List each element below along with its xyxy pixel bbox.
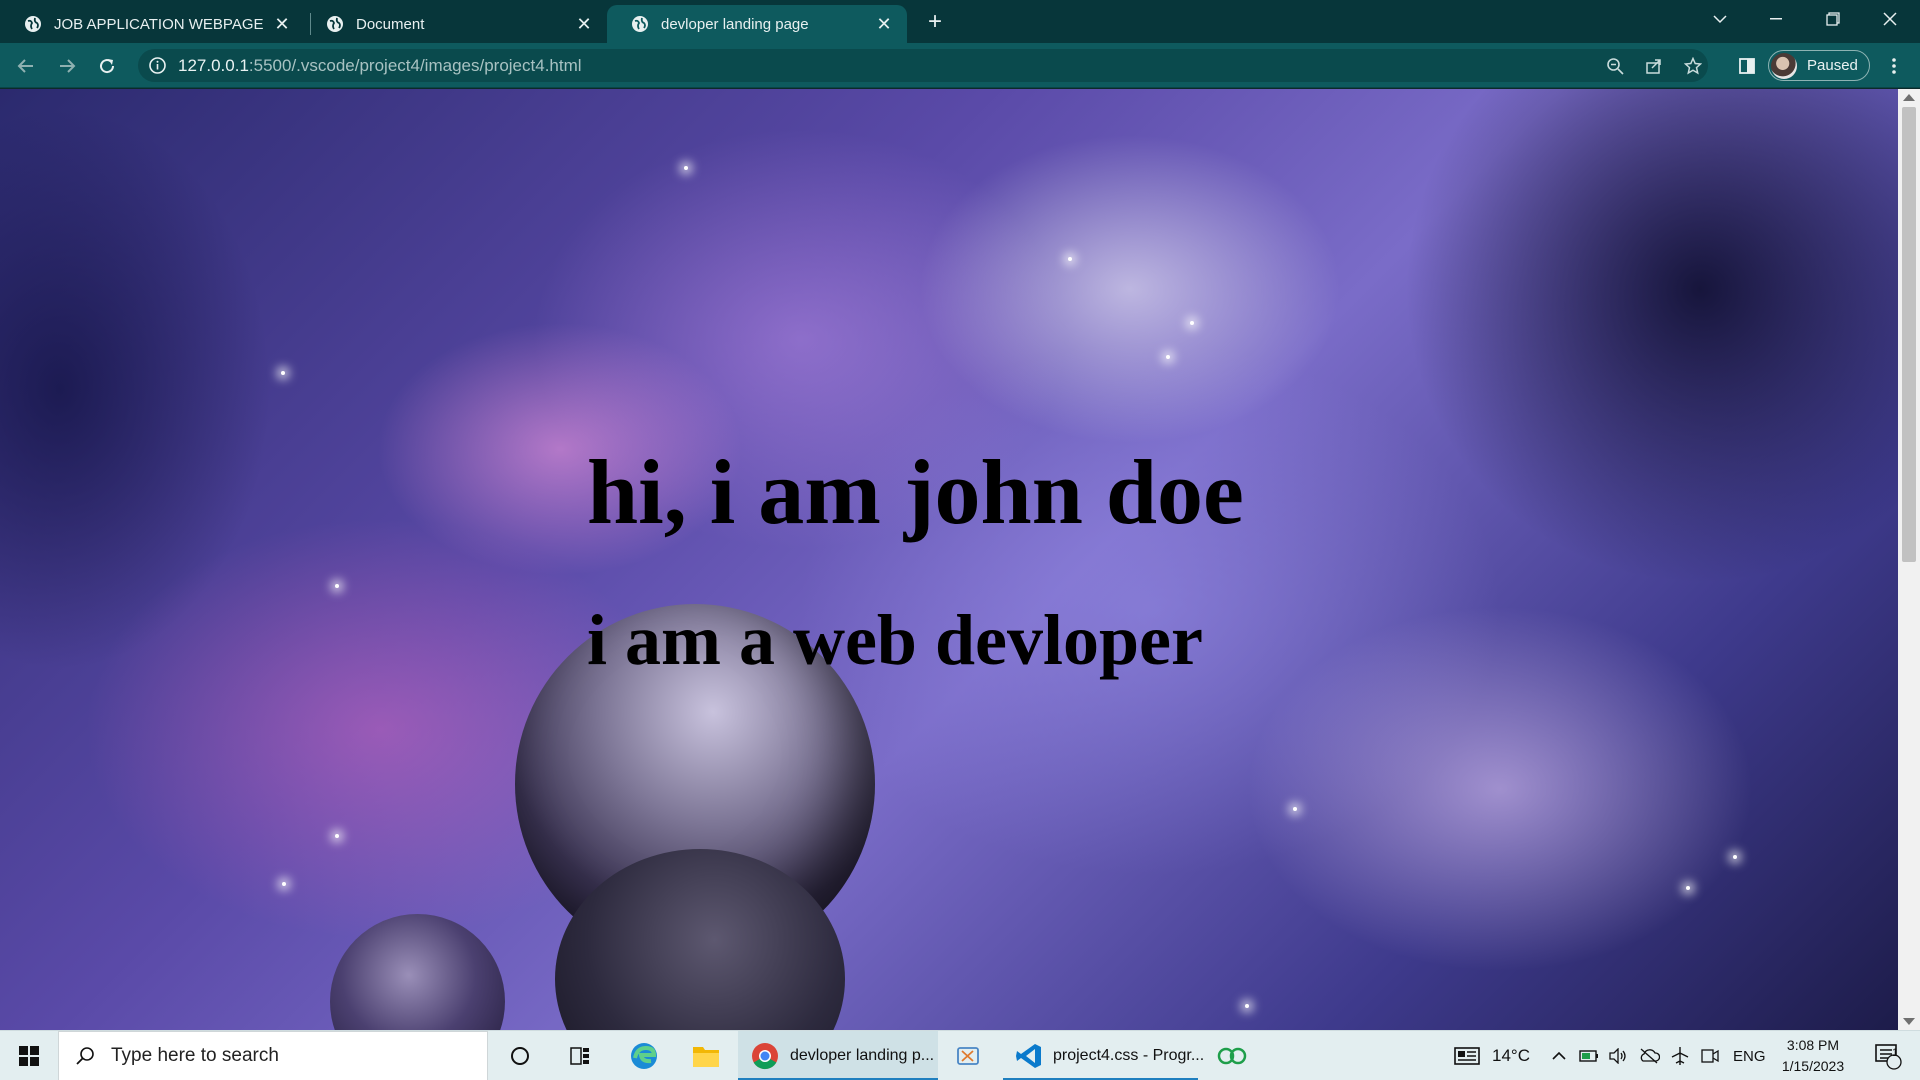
side-panel-icon[interactable] [1733, 52, 1761, 80]
tab-title: devloper landing page [661, 15, 809, 33]
avatar [1771, 52, 1797, 79]
scroll-up-arrow-icon[interactable] [1903, 94, 1915, 101]
cortana-icon[interactable] [502, 1031, 538, 1080]
vertical-scrollbar[interactable] [1898, 89, 1920, 1030]
forward-arrow-icon[interactable] [53, 52, 81, 80]
url-path: :5500/.vscode/project4/images/project4.h… [248, 56, 582, 75]
tab-document[interactable]: Document ✕ [302, 5, 607, 43]
news-widget-icon[interactable] [1450, 1031, 1484, 1080]
close-tab-icon[interactable]: ✕ [271, 13, 293, 35]
notification-count: 1 [1892, 1047, 1899, 1059]
tab-strip: JOB APPLICATION WEBPAGE ✕ Document ✕ dev… [0, 0, 1920, 43]
restore-button[interactable] [1805, 0, 1861, 38]
taskbar-search-box[interactable]: Type here to search [58, 1031, 488, 1080]
clock-date: 1/15/2023 [1781, 1058, 1845, 1074]
site-info-icon[interactable] [148, 56, 167, 75]
close-tab-icon[interactable]: ✕ [573, 13, 595, 35]
address-bar[interactable]: 127.0.0.1:5500/.vscode/project4/images/p… [138, 49, 1708, 82]
star-decoration [1733, 855, 1737, 859]
notifications-icon[interactable]: 1 [1868, 1031, 1908, 1080]
browser-toolbar: 127.0.0.1:5500/.vscode/project4/images/p… [0, 43, 1920, 88]
language-indicator[interactable]: ENG [1733, 1031, 1766, 1080]
file-explorer-icon[interactable] [686, 1031, 726, 1080]
star-decoration [1686, 886, 1690, 890]
star-decoration [281, 371, 285, 375]
edge-browser-icon[interactable] [624, 1031, 664, 1080]
star-decoration [1190, 321, 1194, 325]
share-icon[interactable] [1645, 57, 1663, 75]
airplane-mode-icon[interactable] [1667, 1031, 1693, 1080]
star-decoration [1245, 1004, 1249, 1008]
weather-temp[interactable]: 14°C [1492, 1031, 1530, 1080]
taskbar-app-label: project4.css - Progr... [1053, 1047, 1205, 1064]
close-tab-icon[interactable]: ✕ [873, 13, 895, 35]
windows-start-icon[interactable] [0, 1031, 58, 1080]
star-decoration [1293, 807, 1297, 811]
star-decoration [282, 882, 286, 886]
hero-subheading: i am a web devloper [587, 600, 1203, 680]
hero-heading: hi, i am john doe [587, 441, 1244, 543]
star-decoration [684, 166, 688, 170]
chevron-up-icon[interactable] [1546, 1031, 1572, 1080]
tab-devloper-landing-page[interactable]: devloper landing page ✕ [607, 5, 907, 43]
zoom-icon[interactable] [1606, 57, 1624, 75]
profile-status: Paused [1807, 57, 1858, 74]
minimize-button[interactable] [1748, 0, 1804, 38]
snipping-tool-icon[interactable] [948, 1031, 988, 1080]
back-arrow-icon[interactable] [12, 52, 40, 80]
url-text[interactable]: 127.0.0.1:5500/.vscode/project4/images/p… [178, 56, 582, 76]
scroll-down-arrow-icon[interactable] [1903, 1018, 1915, 1025]
bookmark-star-icon[interactable] [1683, 56, 1703, 75]
globe-icon [24, 15, 42, 33]
page-viewport: hi, i am john doe i am a web devloper [0, 89, 1898, 1030]
reload-icon[interactable] [93, 52, 121, 80]
task-view-icon[interactable] [562, 1031, 598, 1080]
close-window-button[interactable] [1862, 0, 1918, 38]
globe-icon [631, 15, 649, 33]
tab-title: JOB APPLICATION WEBPAGE [54, 15, 264, 33]
battery-icon[interactable] [1576, 1031, 1602, 1080]
tab-job-application[interactable]: JOB APPLICATION WEBPAGE ✕ [0, 5, 305, 43]
clock[interactable]: 3:08 PM 1/15/2023 [1768, 1035, 1858, 1077]
profile-button[interactable]: Paused [1768, 50, 1870, 81]
taskbar-app-label: devloper landing p... [790, 1047, 935, 1064]
tab-search-icon[interactable] [1692, 0, 1748, 38]
star-decoration [1068, 257, 1072, 261]
new-tab-button[interactable]: + [920, 7, 950, 37]
scrollbar-thumb[interactable] [1902, 107, 1916, 562]
search-placeholder: Type here to search [111, 1045, 279, 1066]
clock-time: 3:08 PM [1786, 1037, 1840, 1053]
app-logo-icon[interactable] [1210, 1031, 1254, 1080]
vscode-icon [1015, 1042, 1043, 1070]
planet-image [330, 914, 505, 1030]
meet-now-icon[interactable] [1697, 1031, 1723, 1080]
menu-kebab-icon[interactable] [1880, 52, 1908, 80]
star-decoration [335, 834, 339, 838]
windows-taskbar: Type here to search devloper landing p..… [0, 1030, 1920, 1080]
url-host: 127.0.0.1 [178, 56, 249, 75]
star-decoration [335, 584, 339, 588]
star-decoration [1166, 355, 1170, 359]
search-icon [75, 1046, 95, 1066]
taskbar-app-chrome[interactable]: devloper landing p... [738, 1031, 938, 1080]
onedrive-icon[interactable] [1636, 1031, 1662, 1080]
chrome-icon [750, 1041, 780, 1071]
tab-title: Document [356, 15, 425, 33]
volume-icon[interactable] [1605, 1031, 1631, 1080]
taskbar-app-vscode[interactable]: project4.css - Progr... [1003, 1031, 1204, 1080]
globe-icon [326, 15, 344, 33]
